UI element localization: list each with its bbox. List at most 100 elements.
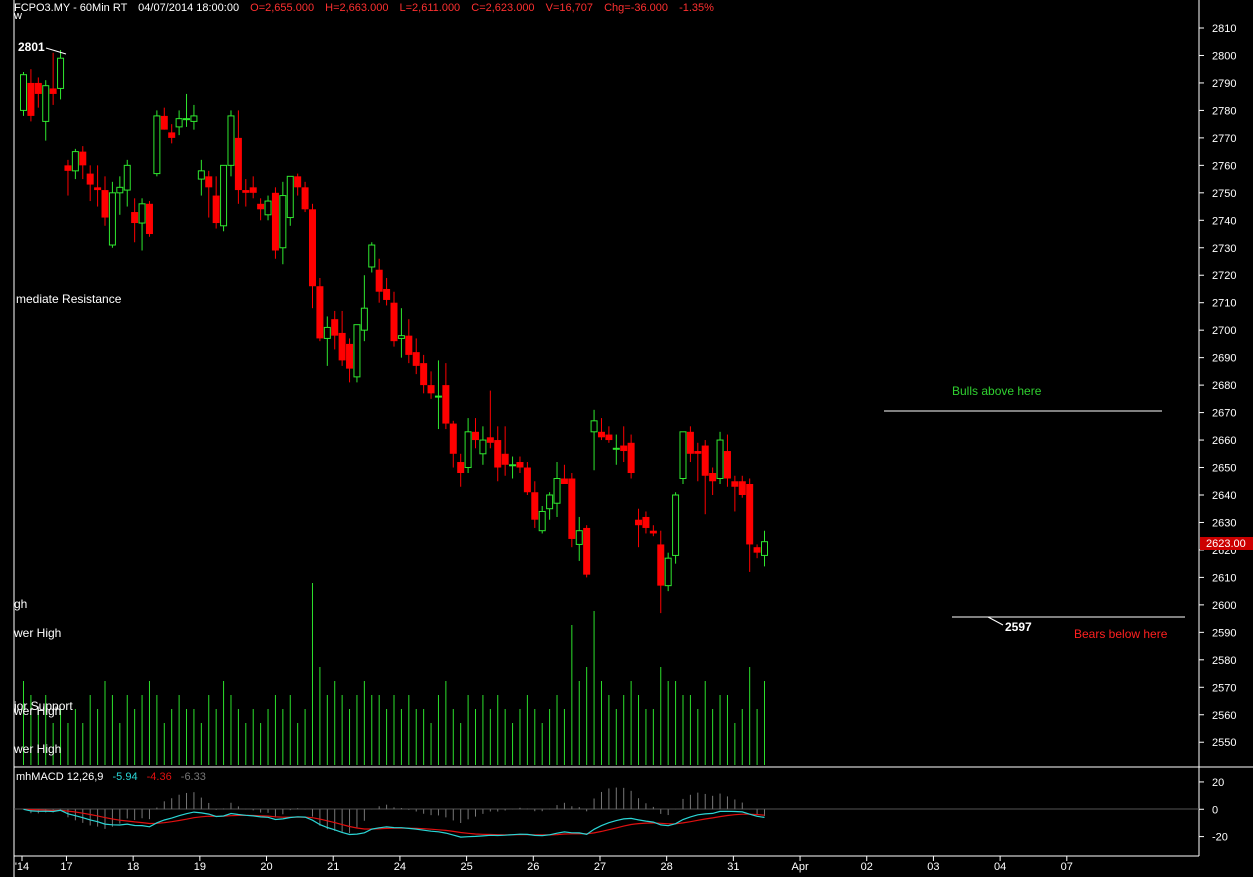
time-tick-label: '14 xyxy=(15,861,29,873)
candle-body xyxy=(168,132,176,138)
candle-body xyxy=(723,451,731,479)
macd-legend: mhMACD 12,26,9 -5.94 -4.36 -6.33 xyxy=(16,771,206,783)
candle-body xyxy=(472,431,480,441)
candles xyxy=(20,49,768,614)
low-label: 2597 xyxy=(1005,620,1032,634)
candle-body xyxy=(486,437,494,443)
price-tick-label: 2690 xyxy=(1212,353,1236,365)
time-tick-label: 31 xyxy=(727,861,739,873)
candle-body xyxy=(64,165,72,171)
candle-body xyxy=(249,187,257,193)
candle-body xyxy=(308,209,316,287)
candle-body xyxy=(145,203,153,235)
candle-body xyxy=(657,544,665,586)
candle-body xyxy=(553,478,561,504)
high-label-leader xyxy=(45,47,67,55)
header-change: Chg=-36.000 xyxy=(604,2,668,14)
candle-body xyxy=(575,530,583,545)
price-tick-label: 2720 xyxy=(1212,270,1236,282)
price-tick-label: 2810 xyxy=(1212,23,1236,35)
price-tick-label: 2660 xyxy=(1212,435,1236,447)
bears-annotation: Bears below here xyxy=(1074,627,1168,641)
macd-value-3: -6.33 xyxy=(181,771,206,783)
macd-tick-label: -20 xyxy=(1212,832,1228,844)
candle-body xyxy=(605,434,613,441)
time-tick-label: 04 xyxy=(994,861,1006,873)
candle-body xyxy=(761,541,768,556)
price-tick-label: 2560 xyxy=(1212,710,1236,722)
price-tick-label: 2740 xyxy=(1212,215,1236,227)
candle-body xyxy=(679,431,687,480)
time-tick-label: 26 xyxy=(527,861,539,873)
candle-body xyxy=(346,343,354,369)
time-tick-label: 21 xyxy=(327,861,339,873)
candle-body xyxy=(360,307,368,331)
volume-bars xyxy=(23,583,765,765)
candle-body xyxy=(257,203,265,210)
price-tick-label: 2750 xyxy=(1212,188,1236,200)
candle-body xyxy=(479,439,487,455)
candle-body xyxy=(116,186,124,194)
candle-body xyxy=(131,212,139,224)
candle-body xyxy=(368,244,376,268)
candle-body xyxy=(197,170,205,180)
candle-body xyxy=(649,530,657,534)
candle-body xyxy=(190,115,198,122)
macd-value-2: -4.36 xyxy=(147,771,172,783)
candle-body xyxy=(301,187,309,210)
price-tick-label: 2730 xyxy=(1212,243,1236,255)
candle-body xyxy=(101,190,109,218)
candle-body xyxy=(271,192,279,251)
price-tick-label: 2790 xyxy=(1212,78,1236,90)
current-price-text: 2623.00 xyxy=(1206,538,1246,550)
left-label-3: wer High xyxy=(13,626,61,640)
candle-body xyxy=(323,326,331,339)
time-tick-label: 03 xyxy=(927,861,939,873)
price-tick-label: 2800 xyxy=(1212,50,1236,62)
time-tick-label: 02 xyxy=(861,861,873,873)
time-tick-label: 28 xyxy=(661,861,673,873)
candle-body xyxy=(627,442,635,474)
left-label-2: gh xyxy=(14,597,27,611)
time-tick-label: 24 xyxy=(394,861,406,873)
price-tick-label: 2580 xyxy=(1212,655,1236,667)
candle-body xyxy=(286,175,294,219)
price-tick-label: 2650 xyxy=(1212,463,1236,475)
candle-body xyxy=(160,115,168,130)
candle-body xyxy=(686,431,694,454)
candle-body xyxy=(375,269,383,292)
candle-body xyxy=(220,164,228,227)
candle-body xyxy=(538,510,546,532)
price-tick-label: 2590 xyxy=(1212,627,1236,639)
candle-body xyxy=(153,115,161,175)
macd-axis: 20 0 -20 xyxy=(1199,777,1228,844)
candle-body xyxy=(449,423,457,454)
header-change-pct: -1.35% xyxy=(679,2,714,14)
low-label-leader xyxy=(987,616,1004,626)
candle-body xyxy=(753,547,761,553)
left-label-5: wer High xyxy=(13,704,61,718)
candle-body xyxy=(664,557,672,587)
candle-body xyxy=(34,82,42,94)
candle-body xyxy=(457,462,465,474)
candle-body xyxy=(716,439,724,480)
candle-body xyxy=(442,385,450,424)
time-tick-label: 25 xyxy=(460,861,472,873)
candle-body xyxy=(694,451,702,454)
candle-body xyxy=(583,527,591,575)
candle-body xyxy=(390,302,398,342)
price-tick-label: 2760 xyxy=(1212,160,1236,172)
price-tick-label: 2770 xyxy=(1212,133,1236,145)
header-datetime: 04/07/2014 18:00:00 xyxy=(138,2,239,14)
candle-body xyxy=(560,478,568,485)
candle-body xyxy=(123,164,131,191)
candle-body xyxy=(546,494,554,510)
header-volume: V=16,707 xyxy=(546,2,593,14)
candle-body xyxy=(338,332,346,361)
time-axis: '14 17 18 19 20 21 24 25 26 27 28 31 Apr 02 03 04 07 xyxy=(15,856,1073,873)
candle-body xyxy=(264,200,272,216)
time-tick-label: 17 xyxy=(60,861,72,873)
candle-body xyxy=(612,447,620,450)
candle-body xyxy=(405,335,413,355)
candle-body xyxy=(331,319,339,336)
